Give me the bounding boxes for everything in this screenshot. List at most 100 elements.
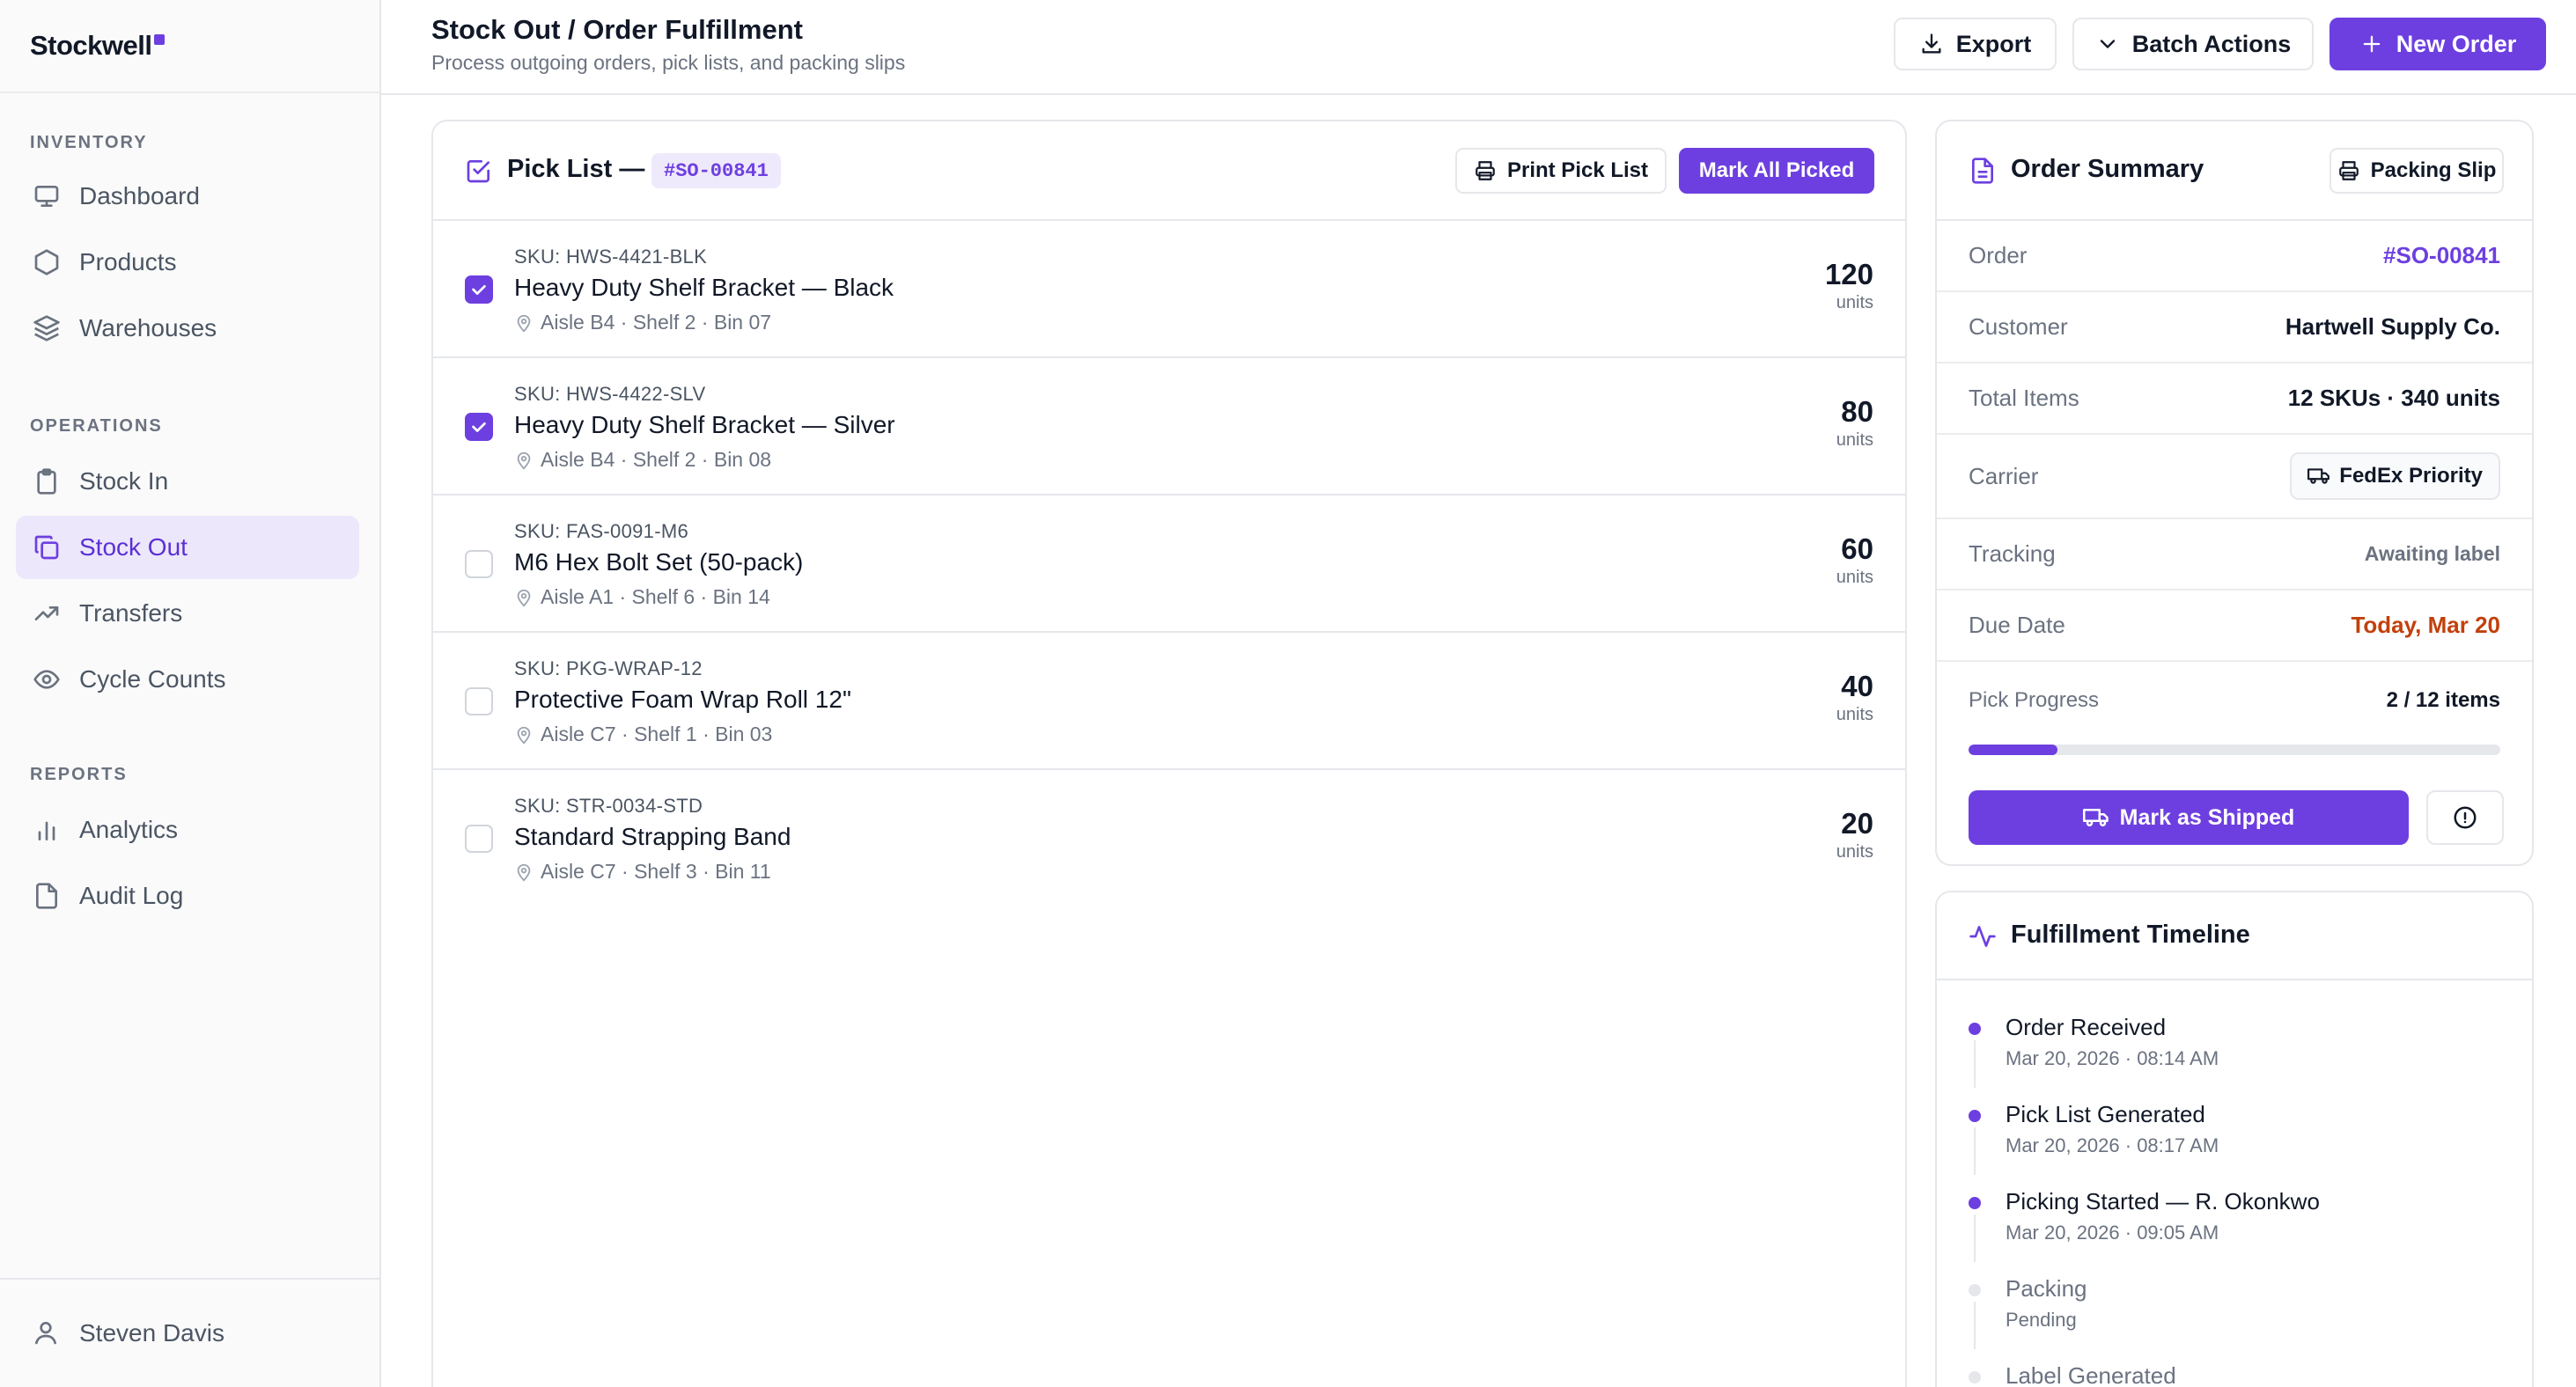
- batch-actions-button[interactable]: Batch Actions: [2072, 18, 2314, 70]
- order-label: Order: [1969, 242, 2028, 268]
- sidebar-item-label: Stock In: [79, 467, 169, 495]
- timeline-event-label: Order Received: [2006, 1014, 2167, 1040]
- file-icon: [32, 881, 62, 911]
- pick-progress-label: Pick Progress: [1969, 688, 2100, 712]
- timeline-event-label: Picking Started — R. Okonkwo: [2006, 1188, 2320, 1215]
- page-subtitle: Process outgoing orders, pick lists, and…: [431, 51, 906, 74]
- item-quantity-unit: units: [1836, 568, 1873, 587]
- print-pick-list-button[interactable]: Print Pick List: [1455, 148, 1667, 194]
- carrier-select[interactable]: FedEx Priority: [2290, 452, 2500, 500]
- map-pin-icon: [514, 862, 534, 882]
- sidebar: Stockwell INVENTORY Dashboard Products W…: [0, 0, 381, 1387]
- packing-slip-label: Packing Slip: [2370, 158, 2497, 182]
- item-location: Aisle B4 · Shelf 2 · Bin 07: [514, 311, 771, 334]
- item-name: Heavy Duty Shelf Bracket — Silver: [514, 411, 895, 438]
- order-link[interactable]: #SO-00841: [2383, 242, 2500, 269]
- sidebar-item-cycle-counts[interactable]: Cycle Counts: [16, 648, 359, 711]
- timeline-event-label: Packing: [2006, 1275, 2087, 1302]
- sidebar-item-stock-in[interactable]: Stock In: [16, 450, 359, 513]
- pick-checkbox[interactable]: [465, 687, 493, 716]
- item-quantity: 80: [1841, 395, 1873, 428]
- brand-logo[interactable]: Stockwell: [0, 0, 379, 93]
- timeline-event-label: Label Generated: [2006, 1362, 2176, 1387]
- item-name: M6 Hex Bolt Set (50-pack): [514, 548, 804, 576]
- item-sku: SKU: HWS-4422-SLV: [514, 383, 706, 405]
- timeline-dot-icon: [1969, 1284, 1981, 1296]
- due-date-value: Today, Mar 20: [2351, 612, 2500, 638]
- new-order-button[interactable]: New Order: [2329, 18, 2546, 70]
- summary-row-total: Total Items 12 SKUs · 340 units: [1937, 363, 2532, 435]
- order-summary-title: Order Summary: [2011, 155, 2204, 183]
- page-header: Stock Out / Order Fulfillment Process ou…: [381, 0, 2576, 95]
- pick-progress-bar: [1969, 745, 2500, 755]
- timeline-event: Packing Pending: [1937, 1272, 2532, 1359]
- total-items-label: Total Items: [1969, 385, 2079, 411]
- order-id-badge: #SO-00841: [651, 153, 781, 188]
- print-pick-list-label: Print Pick List: [1506, 158, 1649, 182]
- item-quantity-unit: units: [1836, 705, 1873, 724]
- summary-row-customer: Customer Hartwell Supply Co.: [1937, 292, 2532, 363]
- app-root: Stockwell INVENTORY Dashboard Products W…: [0, 0, 2576, 1387]
- sidebar-item-products[interactable]: Products: [16, 231, 359, 294]
- packing-slip-button[interactable]: Packing Slip: [2329, 148, 2504, 194]
- item-name: Protective Foam Wrap Roll 12": [514, 686, 851, 713]
- timeline-event: Label Generated: [1937, 1359, 2532, 1387]
- pick-progress-fill: [1969, 745, 2057, 755]
- item-sku: SKU: HWS-4421-BLK: [514, 246, 708, 268]
- info-button[interactable]: [2426, 790, 2504, 845]
- item-name: Standard Strapping Band: [514, 823, 791, 850]
- user-profile[interactable]: Steven Davis: [0, 1278, 379, 1387]
- sidebar-item-label: Analytics: [79, 816, 179, 843]
- map-pin-icon: [514, 313, 534, 333]
- timeline-connector: [1974, 1040, 1976, 1088]
- mark-as-shipped-label: Mark as Shipped: [2119, 804, 2295, 830]
- nav-section-inventory: INVENTORY: [30, 133, 148, 152]
- export-button[interactable]: Export: [1894, 18, 2057, 70]
- item-location-text: Aisle C7 · Shelf 3 · Bin 11: [541, 860, 771, 883]
- timeline-event-time: Pending: [2006, 1309, 2077, 1331]
- carrier-value: FedEx Priority: [2339, 464, 2483, 488]
- timeline-dot-icon: [1969, 1197, 1981, 1209]
- bar-chart-icon: [32, 815, 62, 845]
- item-sku: SKU: STR-0034-STD: [514, 795, 703, 817]
- user-name: Steven Davis: [79, 1319, 224, 1347]
- item-quantity: 60: [1841, 532, 1873, 565]
- sidebar-item-transfers[interactable]: Transfers: [16, 582, 359, 645]
- batch-actions-label: Batch Actions: [2131, 30, 2292, 57]
- mark-all-picked-button[interactable]: Mark All Picked: [1679, 148, 1874, 194]
- item-location: Aisle A1 · Shelf 6 · Bin 14: [514, 585, 770, 609]
- item-quantity-unit: units: [1836, 293, 1873, 312]
- table-row: SKU: HWS-4421-BLK Heavy Duty Shelf Brack…: [433, 221, 1905, 358]
- timeline-dot-icon: [1969, 1110, 1981, 1122]
- summary-row-order: Order #SO-00841: [1937, 221, 2532, 292]
- sidebar-item-label: Products: [79, 248, 177, 275]
- truck-icon: [2307, 465, 2330, 488]
- sidebar-item-label: Stock Out: [79, 533, 188, 561]
- pick-checkbox[interactable]: [465, 550, 493, 578]
- user-icon: [32, 1318, 62, 1348]
- sidebar-item-stock-out[interactable]: Stock Out: [16, 516, 359, 579]
- pick-checkbox[interactable]: [465, 825, 493, 853]
- item-location-text: Aisle B4 · Shelf 2 · Bin 08: [541, 448, 772, 471]
- monitor-icon: [32, 181, 62, 211]
- pick-checkbox[interactable]: [465, 413, 493, 441]
- order-summary-header: Order Summary Packing Slip: [1937, 121, 2532, 221]
- sidebar-item-audit-log[interactable]: Audit Log: [16, 864, 359, 928]
- sidebar-item-analytics[interactable]: Analytics: [16, 798, 359, 862]
- activity-icon: [1969, 922, 1997, 950]
- mark-as-shipped-button[interactable]: Mark as Shipped: [1969, 790, 2409, 845]
- timeline-event-time: Mar 20, 2026 · 08:14 AM: [2006, 1047, 2219, 1069]
- item-quantity: 20: [1841, 807, 1873, 840]
- document-icon: [1969, 157, 1997, 185]
- item-quantity: 40: [1841, 670, 1873, 702]
- info-icon: [2454, 806, 2477, 829]
- item-name: Heavy Duty Shelf Bracket — Black: [514, 274, 894, 301]
- summary-row-carrier: Carrier FedEx Priority: [1937, 435, 2532, 519]
- sidebar-item-dashboard[interactable]: Dashboard: [16, 165, 359, 228]
- pick-checkbox[interactable]: [465, 275, 493, 304]
- sidebar-item-warehouses[interactable]: Warehouses: [16, 297, 359, 360]
- printer-icon: [2337, 159, 2360, 182]
- brand-name: Stockwell: [30, 30, 152, 61]
- chevron-down-icon: [2095, 32, 2120, 56]
- pick-list-card: Pick List — #SO-00841 Print Pick List Ma…: [431, 120, 1907, 1387]
